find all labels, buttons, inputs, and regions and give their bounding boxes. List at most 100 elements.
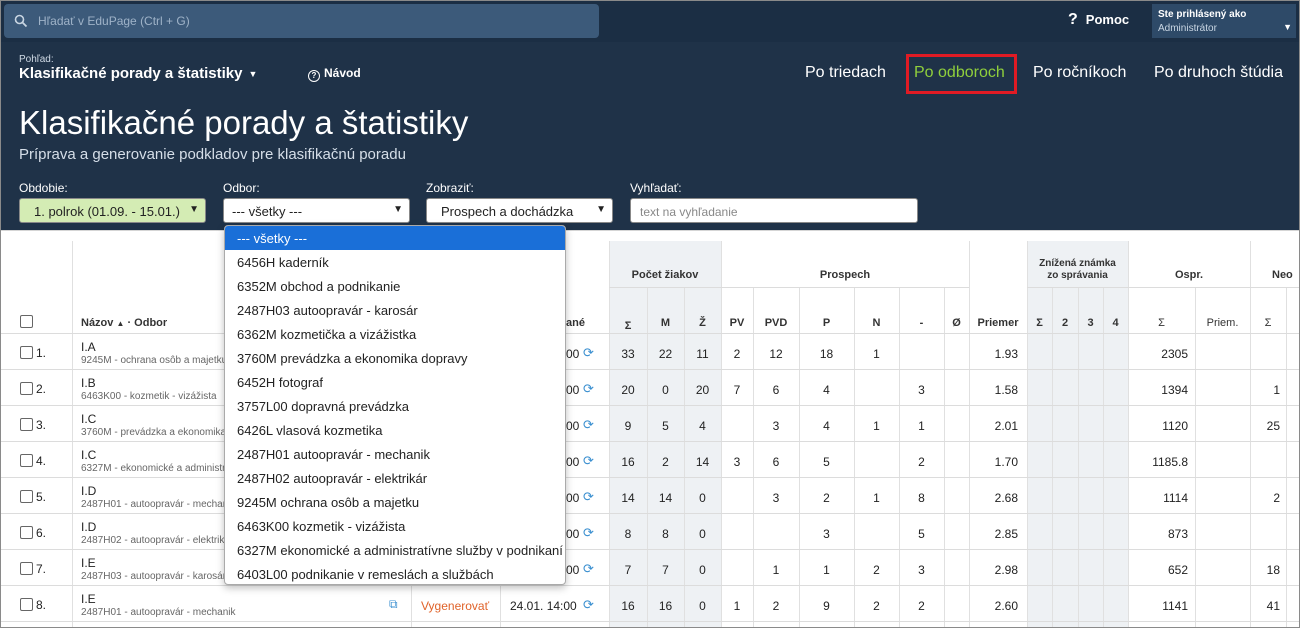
- row-checkbox[interactable]: [20, 454, 33, 467]
- cell-dash: 1: [918, 419, 925, 433]
- row-checkbox[interactable]: [20, 526, 33, 539]
- cell-n: 1: [873, 419, 880, 433]
- row-divider: [0, 621, 1300, 622]
- cell-dash: 3: [918, 383, 925, 397]
- refresh-icon[interactable]: ⟳: [583, 345, 594, 361]
- filter-zobrazit-label: Zobraziť:: [426, 181, 474, 195]
- cell-sum: 20: [621, 383, 635, 397]
- cell-neospr-sum: 18: [1266, 563, 1280, 577]
- view-selector[interactable]: Klasifikačné porady a štatistiky ▼: [19, 65, 257, 82]
- odbor-option[interactable]: 6327M ekonomické a administratívne služb…: [225, 538, 565, 562]
- filter-obdobie-select[interactable]: 1. polrok (01.09. - 15.01.) ▼: [19, 198, 206, 223]
- odbor-option[interactable]: 2487H03 autoopravár - karosár: [225, 298, 565, 322]
- table-row: 6. I.D 2487H02 - autoopravár - elektrikár 0…: [0, 513, 1300, 550]
- odbor-option[interactable]: --- všetky ---: [225, 226, 565, 250]
- refresh-icon[interactable]: ⟳: [583, 561, 594, 577]
- refresh-icon[interactable]: ⟳: [583, 489, 594, 505]
- cell-dash: 2: [918, 599, 925, 613]
- header-z: Ž: [699, 317, 706, 329]
- table-row: 2. I.B 6463K00 - kozmetik - vizážista 00 ⟳ 20…: [0, 369, 1300, 406]
- filter-odbor-select[interactable]: --- všetky --- ▼: [223, 198, 410, 223]
- header-pv: PV: [729, 317, 745, 329]
- guide-link[interactable]: ? Návod: [308, 66, 361, 82]
- cell-m: 2: [662, 455, 669, 469]
- odbor-option[interactable]: 3757L00 dopravná prevádzka: [225, 394, 565, 418]
- cell-pvd: 3: [772, 419, 780, 433]
- header-nazov-label: Názov: [81, 317, 114, 329]
- refresh-icon[interactable]: ⟳: [583, 525, 594, 541]
- global-search[interactable]: Hľadať v EduPage (Ctrl + G): [4, 4, 599, 38]
- help-button[interactable]: ? Pomoc: [1068, 11, 1129, 29]
- generated-time: 00: [566, 419, 580, 433]
- cell-neospr-sum: 41: [1266, 599, 1280, 613]
- cell-sum: 8: [624, 527, 632, 541]
- row-checkbox[interactable]: [20, 490, 33, 503]
- header-neospr: Neo: [1272, 269, 1293, 281]
- refresh-icon[interactable]: ⟳: [583, 597, 594, 613]
- refresh-icon[interactable]: ⟳: [583, 453, 594, 469]
- page-header: Pohľad: Klasifikačné porady a štatistiky…: [0, 42, 1300, 230]
- cell-pv: 2: [733, 347, 741, 361]
- odbor-dropdown-list[interactable]: --- všetky --- 6456H kaderník 6352M obchod…: [224, 225, 566, 585]
- cell-p: 1: [823, 563, 830, 577]
- header-znizena-line1: Znížená známka: [1039, 258, 1116, 269]
- row-number: 6.: [36, 526, 47, 540]
- filter-zobrazit-select[interactable]: Prospech a dochádzka ▼: [426, 198, 613, 223]
- odbor-option[interactable]: 2487H01 autoopravár - mechanik: [225, 442, 565, 466]
- odbor-option[interactable]: 2487H02 autoopravár - elektrikár: [225, 466, 565, 490]
- row-checkbox[interactable]: [20, 598, 33, 611]
- odbor-option[interactable]: 6403L00 podnikanie v remeslách a službác…: [225, 562, 565, 584]
- generate-link[interactable]: Vygenerovať: [421, 599, 489, 613]
- row-checkbox[interactable]: [20, 418, 33, 431]
- odbor-option[interactable]: 6352M obchod a podnikanie: [225, 274, 565, 298]
- filter-obdobie-value: 1. polrok (01.09. - 15.01.): [34, 204, 180, 219]
- external-link-icon[interactable]: ⧉: [389, 597, 398, 612]
- odbor-option[interactable]: 6463K00 kozmetik - vizážista: [225, 514, 565, 538]
- cell-priemer: 1.70: [994, 455, 1018, 469]
- generated-time: 00: [566, 347, 580, 361]
- nav-po-druhoch-studia[interactable]: Po druhoch štúdia: [1154, 64, 1283, 82]
- class-odbor: 2487H03 - autoopravár - karosár: [81, 571, 227, 582]
- cell-p: 18: [819, 347, 834, 361]
- class-name[interactable]: I.C: [81, 448, 96, 462]
- header-prospech: Prospech: [819, 269, 871, 281]
- header-nazov[interactable]: Názov ▲ · Odbor: [81, 317, 167, 329]
- user-menu[interactable]: Ste prihlásený ako Administrátor ▼: [1152, 4, 1296, 38]
- filter-vyhladat-label: Vyhľadať:: [630, 181, 682, 195]
- row-checkbox[interactable]: [20, 346, 33, 359]
- odbor-option[interactable]: 6426L vlasová kozmetika: [225, 418, 565, 442]
- generated-time: 00: [566, 563, 580, 577]
- question-icon: ?: [1068, 11, 1078, 28]
- class-name[interactable]: I.D: [81, 520, 96, 534]
- odbor-option[interactable]: 9245M ochrana osôb a majetku: [225, 490, 565, 514]
- cell-dash: 5: [918, 527, 925, 541]
- class-name[interactable]: I.A: [81, 340, 96, 354]
- odbor-option[interactable]: 6362M kozmetička a vizážistka: [225, 322, 565, 346]
- nav-po-triedach[interactable]: Po triedach: [805, 64, 886, 82]
- class-name[interactable]: I.C: [81, 412, 96, 426]
- cell-m: 7: [662, 563, 669, 577]
- cell-z: 14: [695, 455, 710, 469]
- odbor-option[interactable]: 3760M prevádzka a ekonomika dopravy: [225, 346, 565, 370]
- odbor-option[interactable]: 6452H fotograf: [225, 370, 565, 394]
- refresh-icon[interactable]: ⟳: [583, 381, 594, 397]
- cell-pvd: 1: [772, 563, 780, 577]
- header-n: N: [872, 317, 881, 329]
- cell-n: 1: [873, 491, 880, 505]
- question-circle-icon: ?: [308, 70, 320, 82]
- select-all-checkbox[interactable]: [20, 315, 33, 328]
- refresh-icon[interactable]: ⟳: [583, 417, 594, 433]
- search-input[interactable]: text na vyhľadanie: [630, 198, 918, 223]
- odbor-option[interactable]: 6456H kaderník: [225, 250, 565, 274]
- class-name[interactable]: I.B: [81, 376, 96, 390]
- class-name[interactable]: I.D: [81, 484, 96, 498]
- cell-ospr-sum: 873: [1167, 527, 1188, 541]
- generated-time: 00: [566, 527, 580, 541]
- row-checkbox[interactable]: [20, 382, 33, 395]
- nav-po-rocnikoch[interactable]: Po ročníkoch: [1033, 64, 1126, 82]
- class-name[interactable]: I.E: [81, 556, 96, 570]
- row-checkbox[interactable]: [20, 562, 33, 575]
- header-pvd: PVD: [764, 317, 788, 329]
- class-name[interactable]: I.E: [81, 592, 96, 606]
- help-label: Pomoc: [1085, 12, 1130, 27]
